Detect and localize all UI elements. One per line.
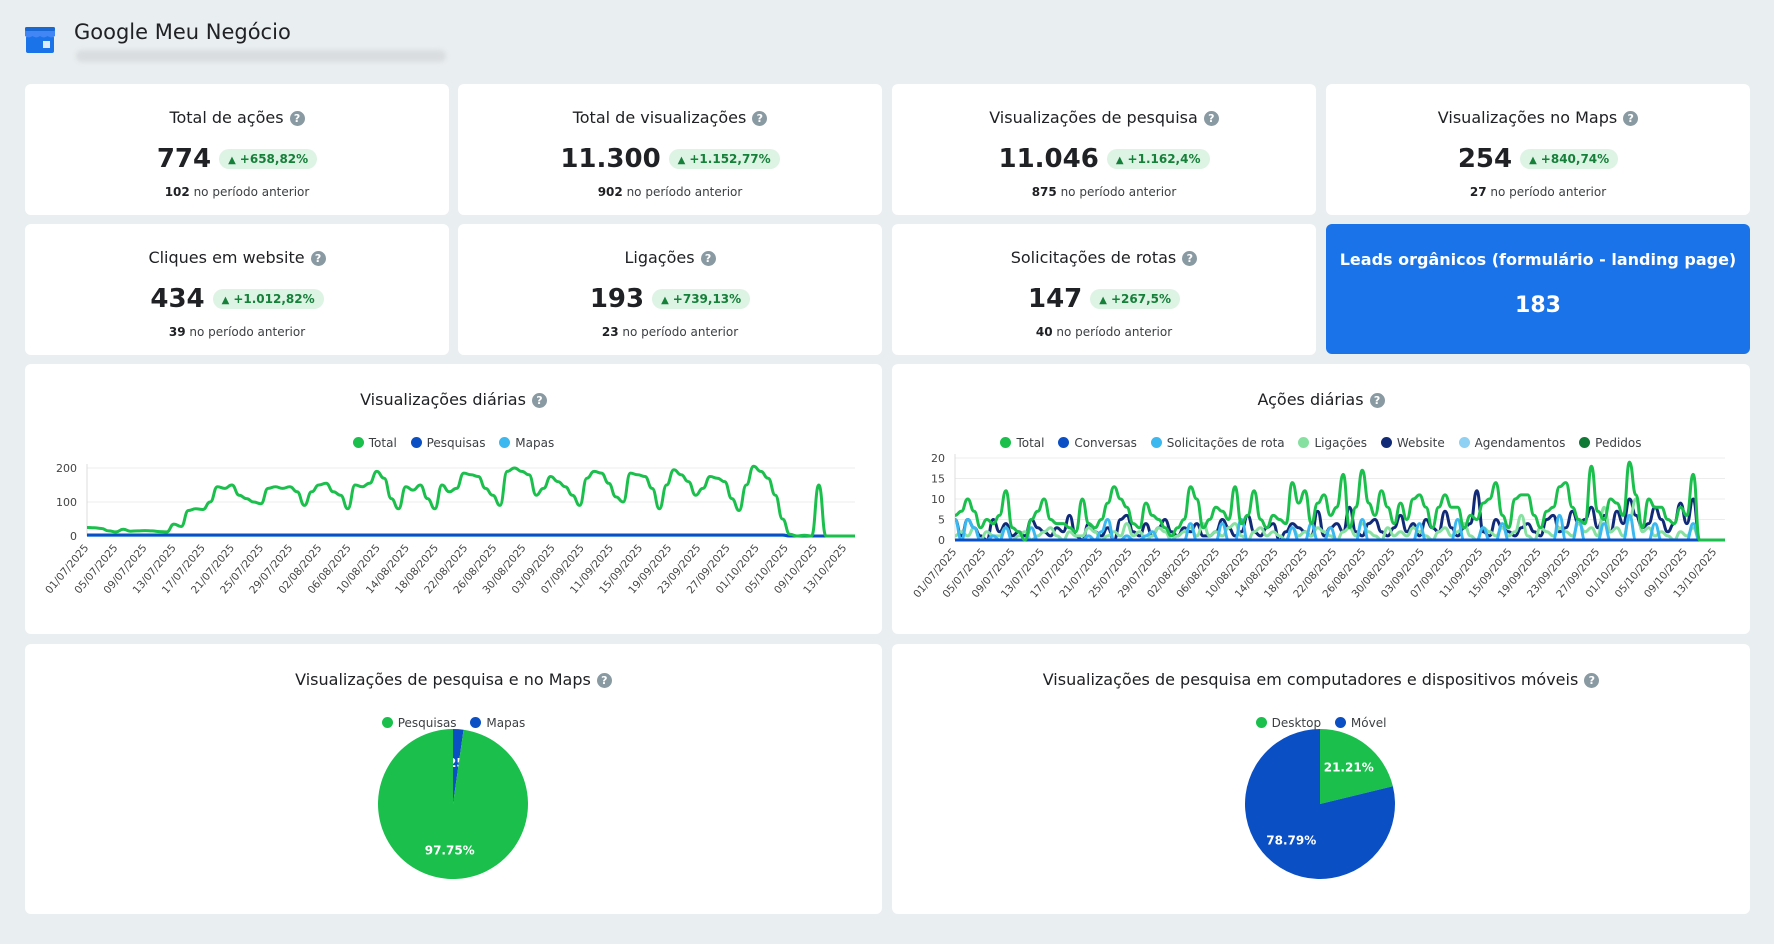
kpi-title: Total de ações (169, 108, 284, 127)
kpi-card-leads-organicos: Leads orgânicos (formulário - landing pa… (1326, 224, 1750, 354)
y-tick-label: 20 (931, 452, 945, 465)
arrow-up-icon: ▲ (661, 295, 669, 306)
kpi-title: Total de visualizações (572, 108, 747, 127)
chart-card-acoes-diarias: Ações diárias? Total Conversas Solicitaç… (892, 364, 1750, 634)
series-line-total[interactable] (86, 464, 855, 538)
kpi-card-cliques-website: Cliques em website? 434 ▲ +1.012,82% 39 no… (25, 224, 449, 355)
arrow-up-icon: ▲ (221, 295, 230, 306)
prev-value: 875 (1031, 185, 1057, 199)
kpi-value: 254 (1457, 144, 1513, 174)
page-title: Google Meu Negócio (74, 20, 291, 44)
prev-label: no período anterior (1056, 325, 1173, 339)
pie-slice-label: 78.79% (1266, 834, 1316, 848)
pie-slice-label: 97.75% (425, 843, 475, 857)
kpi-value: 193 (589, 284, 645, 314)
y-tick-label: 0 (938, 534, 945, 547)
help-icon[interactable]: ? (1623, 111, 1639, 126)
kpi-value: 147 (1027, 284, 1083, 314)
change-value: +267,5% (1110, 292, 1172, 306)
redacted-business-name (76, 50, 446, 62)
kpi-title: Visualizações de pesquisa (989, 108, 1198, 127)
help-icon[interactable]: ? (289, 111, 305, 126)
prev-value: 27 (1469, 185, 1487, 199)
y-tick-label: 5 (938, 514, 945, 527)
change-badge: ▲ +1.162,4% (1106, 149, 1210, 169)
kpi-value: 774 (156, 144, 212, 174)
arrow-up-icon: ▲ (1115, 155, 1124, 166)
pie-chart-computadores-moveis: 21.21% 78.79% (1245, 729, 1395, 879)
help-icon[interactable]: ? (700, 251, 716, 266)
prev-value: 40 (1035, 325, 1053, 339)
prev-value: 23 (601, 325, 619, 339)
help-icon[interactable]: ? (1182, 251, 1198, 266)
y-tick-label: 200 (56, 462, 77, 475)
prev-label: no período anterior (1490, 185, 1607, 199)
change-value: +739,13% (672, 292, 742, 306)
help-icon[interactable]: ? (310, 251, 326, 266)
kpi-value: 11.300 (560, 144, 661, 174)
kpi-card-total-acoes: Total de ações? 774 ▲ +658,82% 102 no perí… (25, 84, 449, 215)
help-icon[interactable]: ? (1203, 111, 1219, 126)
kpi-title: Cliques em website (148, 248, 305, 267)
prev-label: no período anterior (189, 325, 306, 339)
page-header: Google Meu Negócio (24, 16, 624, 66)
prev-label: no período anterior (1060, 185, 1177, 199)
kpi-title: Ligações (624, 248, 695, 267)
change-badge: ▲ +1.152,77% (668, 149, 780, 169)
change-value: +1.012,82% (233, 292, 315, 306)
store-icon (25, 27, 55, 53)
change-badge: ▲ +1.012,82% (212, 289, 324, 309)
kpi-title: Visualizações no Maps (1437, 108, 1618, 127)
line-chart-visualizacoes: 010020001/07/202505/07/202509/07/202513/… (43, 462, 855, 596)
arrow-up-icon: ▲ (1529, 155, 1537, 166)
change-badge: ▲ +658,82% (219, 149, 318, 169)
kpi-value: 434 (150, 284, 205, 314)
change-value: +840,74% (1540, 152, 1610, 166)
y-tick-label: 0 (70, 530, 77, 543)
kpi-card-ligacoes: Ligações? 193 ▲ +739,13% 23 no período ant… (458, 224, 882, 355)
kpi-card-total-visualizacoes: Total de visualizações? 11.300 ▲ +1.152,77… (458, 84, 882, 215)
prev-label: no período anterior (193, 185, 310, 199)
arrow-up-icon: ▲ (228, 155, 236, 166)
leads-title: Leads orgânicos (formulário - landing pa… (1339, 250, 1737, 269)
prev-label: no período anterior (626, 185, 743, 199)
series-line-pesquisas[interactable] (86, 533, 855, 538)
y-tick-label: 100 (56, 496, 77, 509)
line-chart-acoes: 0510152001/07/202505/07/202509/07/202513… (911, 452, 1725, 600)
pie-slice-label: 21.21% (1324, 760, 1374, 774)
chart-card-computadores-moveis: Visualizações de pesquisa em computadore… (892, 644, 1750, 914)
change-value: +1.152,77% (689, 152, 771, 166)
help-icon[interactable]: ? (752, 111, 768, 126)
kpi-card-visualizacoes-pesquisa: Visualizações de pesquisa? 11.046 ▲ +1.162… (892, 84, 1316, 215)
change-value: +658,82% (239, 152, 309, 166)
arrow-up-icon: ▲ (1099, 295, 1107, 306)
kpi-card-solicitacoes-rotas: Solicitações de rotas? 147 ▲ +267,5% 40 no… (892, 224, 1316, 355)
leads-value: 183 (1515, 293, 1561, 318)
prev-value: 902 (597, 185, 623, 199)
change-value: +1.162,4% (1127, 152, 1201, 166)
prev-value: 39 (168, 325, 186, 339)
change-badge: ▲ +840,74% (1520, 149, 1619, 169)
chart-card-pesquisa-maps: Visualizações de pesquisa e no Maps? Pes… (25, 644, 882, 914)
prev-value: 102 (164, 185, 190, 199)
change-badge: ▲ +739,13% (652, 289, 751, 309)
kpi-title: Solicitações de rotas (1010, 248, 1177, 267)
prev-label: no período anterior (622, 325, 739, 339)
chart-card-visualizacoes-diarias: Visualizações diárias? Total Pesquisas M… (25, 364, 882, 634)
arrow-up-icon: ▲ (677, 155, 686, 166)
kpi-card-visualizacoes-maps: Visualizações no Maps? 254 ▲ +840,74% 27 n… (1326, 84, 1750, 215)
kpi-value: 11.046 (998, 144, 1099, 174)
change-badge: ▲ +267,5% (1090, 289, 1181, 309)
y-tick-label: 15 (931, 473, 945, 486)
pie-chart-pesquisa-maps: 2.25%97.75% (378, 729, 528, 879)
y-tick-label: 10 (931, 493, 945, 506)
